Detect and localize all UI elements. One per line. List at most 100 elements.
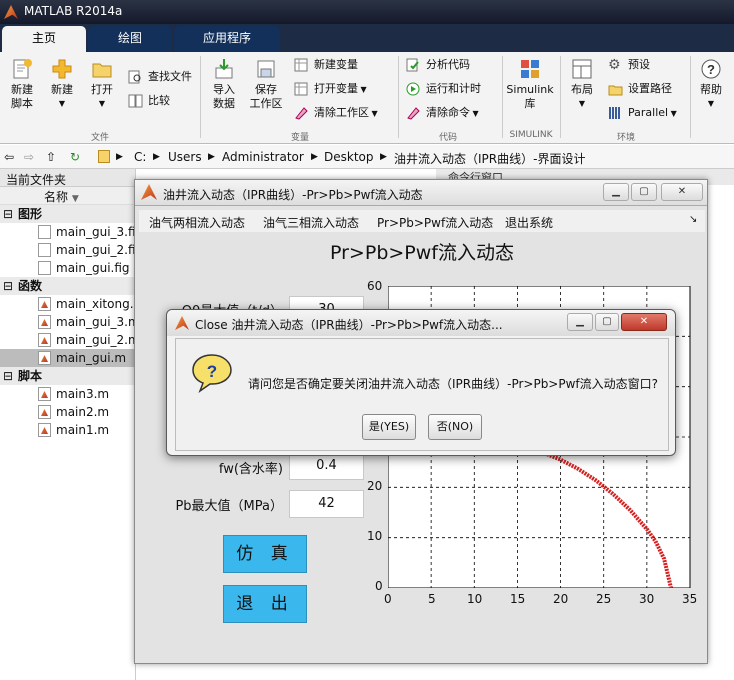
group-environment-label: 环境 — [616, 133, 635, 143]
find-files-button[interactable]: 查找文件 — [128, 68, 192, 86]
x-tick-label: 5 — [428, 592, 436, 606]
parallel-button[interactable]: Parallel ▼ — [608, 104, 677, 122]
parallel-dropdown-icon: ▼ — [668, 109, 677, 118]
group-header[interactable]: 函数 — [0, 277, 135, 295]
minimize-button[interactable]: ▁ — [603, 183, 629, 201]
maximize-button[interactable]: ▢ — [631, 183, 657, 201]
analyze-code-label: 分析代码 — [426, 58, 470, 71]
set-path-button[interactable]: 设置路径 — [608, 80, 672, 98]
fw-input[interactable]: 0.4 — [289, 452, 364, 480]
open-dropdown-icon: ▼ — [98, 99, 106, 108]
file-item[interactable]: main3.m — [0, 385, 135, 403]
clear-commands-button[interactable]: 清除命令 ▼ — [406, 104, 479, 122]
path-segment[interactable]: Users — [168, 150, 202, 164]
back-arrow-icon[interactable]: ⇦ — [4, 150, 14, 164]
dialog-maximize-button[interactable]: ▢ — [595, 313, 619, 331]
group-header[interactable]: 脚本 — [0, 367, 135, 385]
path-segment[interactable]: Administrator — [222, 150, 304, 164]
file-item[interactable]: main_gui_3.fig — [0, 223, 135, 241]
run-and-time-button[interactable]: 运行和计时 — [406, 80, 481, 98]
dialog-minimize-button[interactable]: ▁ — [567, 313, 593, 331]
dialog-titlebar[interactable]: Close 油井流入动态（IPR曲线）-Pr>Pb>Pwf流入动态... ▁ ▢… — [167, 310, 675, 336]
ribbon-separator — [502, 56, 503, 138]
new-variable-button[interactable]: 新建变量 — [294, 56, 358, 74]
forward-arrow-icon[interactable]: ⇨ — [24, 150, 34, 164]
file-item[interactable]: main2.m — [0, 403, 135, 421]
menu-exit[interactable]: 退出系统 — [505, 214, 553, 231]
simulate-button[interactable]: 仿 真 — [223, 535, 307, 573]
clear-workspace-button[interactable]: 清除工作区 ▼ — [294, 104, 378, 122]
x-tick-label: 25 — [596, 592, 612, 606]
exit-button[interactable]: 退 出 — [223, 585, 307, 623]
app-titlebar: MATLAB R2014a — [0, 0, 734, 24]
x-tick-label: 30 — [639, 592, 655, 606]
svg-text:?: ? — [707, 62, 715, 77]
chevron-right-icon: ▶ — [380, 152, 387, 162]
path-segment[interactable]: Desktop — [324, 150, 374, 164]
compare-button[interactable]: 比较 — [128, 92, 170, 110]
file-item[interactable]: main_gui.fig — [0, 259, 135, 277]
menu-two-phase[interactable]: 油气两相流入动态 — [149, 214, 245, 231]
y-tick-label: 20 — [367, 479, 383, 493]
fig-file-icon — [38, 243, 51, 257]
parallel-label: Parallel — [628, 106, 669, 119]
file-item-selected[interactable]: main_gui.m — [0, 349, 135, 367]
pb-input[interactable]: 42 — [289, 490, 364, 518]
compare-label: 比较 — [148, 94, 170, 107]
y-tick-labels: 60 20 10 0 — [363, 279, 393, 609]
new-label: 新建 — [51, 83, 73, 96]
close-button[interactable]: ✕ — [661, 183, 703, 201]
new-button[interactable]: 新建 ▼ — [44, 58, 80, 111]
tab-home[interactable]: 主页 — [2, 26, 86, 52]
open-variable-button[interactable]: 打开变量 ▼ — [294, 80, 367, 98]
help-button[interactable]: ? 帮助 ▼ — [694, 58, 728, 111]
up-folder-icon[interactable]: ⇧ — [46, 150, 56, 164]
tab-apps[interactable]: 应用程序 — [174, 26, 280, 52]
new-script-button[interactable]: 新建 脚本 — [4, 58, 40, 111]
preferences-button[interactable]: ⚙ 预设 — [608, 56, 650, 74]
layout-button[interactable]: 布局 ▼ — [564, 58, 600, 111]
layout-dropdown-icon: ▼ — [578, 99, 586, 108]
folder-icon — [98, 150, 110, 163]
matlab-logo-icon — [175, 316, 189, 330]
simulink-library-button[interactable]: Simulink 库 — [505, 58, 555, 111]
chevron-right-icon: ▶ — [208, 152, 215, 162]
path-segment[interactable]: C: — [134, 150, 146, 164]
file-item[interactable]: main_gui_3.m — [0, 313, 135, 331]
file-item[interactable]: main1.m — [0, 421, 135, 439]
gui-title: 油井流入动态（IPR曲线）-Pr>Pb>Pwf流入动态 — [163, 188, 423, 202]
m-file-icon — [38, 405, 51, 419]
dialog-title: Close 油井流入动态（IPR曲线）-Pr>Pb>Pwf流入动态... — [195, 318, 503, 332]
toolbar-arrow-icon[interactable]: ↘ — [689, 214, 697, 225]
address-bar: ⇦ ⇨ ⇧ ↻ ▶ C: ▶ Users ▶ Administrator ▶ D… — [0, 145, 734, 169]
clear-commands-icon — [407, 107, 420, 120]
file-item[interactable]: main_gui_2.fig — [0, 241, 135, 259]
menu-pr-pb-pwf[interactable]: Pr>Pb>Pwf流入动态 — [377, 214, 493, 231]
browse-icon[interactable]: ↻ — [70, 150, 80, 164]
find-files-icon — [128, 70, 141, 84]
dialog-close-button[interactable]: ✕ — [621, 313, 667, 331]
path-segment[interactable]: 油井流入动态（IPR曲线）-界面设计 — [394, 150, 585, 167]
group-file-label: 文件 — [90, 133, 109, 143]
group-simulink-label: SIMULINK — [509, 130, 553, 140]
menu-three-phase[interactable]: 油气三相流入动态 — [263, 214, 359, 231]
group-header[interactable]: 图形 — [0, 205, 135, 223]
tab-plots[interactable]: 绘图 — [88, 26, 172, 52]
gui-titlebar[interactable]: 油井流入动态（IPR曲线）-Pr>Pb>Pwf流入动态 ▁ ▢ ✕ — [135, 180, 707, 206]
name-column-header[interactable]: 名称 ▼ — [0, 187, 135, 205]
help-label: 帮助 — [700, 83, 722, 96]
analyze-code-button[interactable]: 分析代码 — [406, 56, 470, 74]
open-button[interactable]: 打开 ▼ — [84, 58, 120, 111]
x-tick-label: 20 — [553, 592, 569, 606]
no-button[interactable]: 否(NO) — [428, 414, 482, 440]
m-file-icon — [38, 387, 51, 401]
y-tick-label: 60 — [367, 279, 383, 293]
file-item[interactable]: main_gui_2.m — [0, 331, 135, 349]
save-workspace-button[interactable]: 保存 工作区 — [246, 58, 286, 111]
current-folder-panel: 当前文件夹 名称 ▼ 图形 main_gui_3.fig main_gui_2.… — [0, 169, 136, 680]
name-column-label: 名称 — [44, 190, 69, 204]
run-and-time-icon — [406, 82, 420, 96]
fig-file-icon — [38, 225, 51, 239]
import-data-button[interactable]: 导入 数据 — [206, 58, 242, 111]
file-item[interactable]: main_xitong.m — [0, 295, 135, 313]
